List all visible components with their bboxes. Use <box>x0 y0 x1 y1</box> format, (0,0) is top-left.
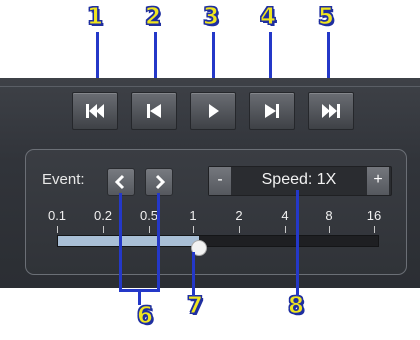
panel-divider <box>0 86 420 87</box>
speed-value: Speed: 1X <box>261 171 337 188</box>
scale-tick <box>193 226 194 233</box>
step-back-button[interactable] <box>131 92 177 130</box>
scale-tick-label: 0.2 <box>93 208 113 223</box>
callout-8-leader <box>296 190 299 296</box>
chevron-left-icon <box>114 174 125 190</box>
step-forward-button[interactable] <box>249 92 295 130</box>
event-label: Event: <box>42 171 85 188</box>
play-button[interactable] <box>190 92 236 130</box>
speed-slider-fill <box>58 236 199 246</box>
scale-tick-label: 16 <box>366 208 382 223</box>
skip-to-end-button[interactable] <box>308 92 354 130</box>
prev-event-button[interactable] <box>107 168 135 196</box>
scale-tick <box>374 226 375 233</box>
chevron-right-icon <box>155 174 166 190</box>
skip-to-end-icon <box>322 104 340 118</box>
callout-6-leader-stem <box>138 289 141 305</box>
callout-7-leader <box>192 252 195 296</box>
skip-to-start-button[interactable] <box>72 92 118 130</box>
callout-2: 2 <box>144 4 162 30</box>
speed-increase-button[interactable]: + <box>367 167 389 195</box>
scale-tick <box>329 226 330 233</box>
callout-6: 6 <box>136 303 154 329</box>
callout-6-leader-left <box>119 193 122 291</box>
scale-tick-label: 1 <box>189 208 197 223</box>
callout-1: 1 <box>86 4 104 30</box>
speed-slider-track[interactable] <box>57 235 379 247</box>
scale-tick <box>285 226 286 233</box>
scale-tick <box>239 226 240 233</box>
callout-4: 4 <box>259 4 277 30</box>
callout-3: 3 <box>202 4 220 30</box>
play-icon <box>209 104 219 118</box>
step-forward-icon <box>265 104 279 118</box>
scale-tick <box>103 226 104 233</box>
step-back-icon <box>147 104 161 118</box>
next-event-button[interactable] <box>145 168 173 196</box>
scale-tick-label: 2 <box>235 208 243 223</box>
scale-tick-label: 0.5 <box>139 208 159 223</box>
scale-tick <box>149 226 150 233</box>
scale-tick-label: 0.1 <box>47 208 67 223</box>
callout-7: 7 <box>186 293 204 319</box>
scale-tick <box>57 226 58 233</box>
scale-tick-label: 8 <box>325 208 333 223</box>
scale-tick-label: 4 <box>281 208 289 223</box>
callout-6-leader-right <box>157 193 160 291</box>
callout-8: 8 <box>287 293 305 319</box>
callout-5: 5 <box>317 4 335 30</box>
speed-decrease-button[interactable]: - <box>209 167 231 195</box>
skip-to-start-icon <box>86 104 104 118</box>
